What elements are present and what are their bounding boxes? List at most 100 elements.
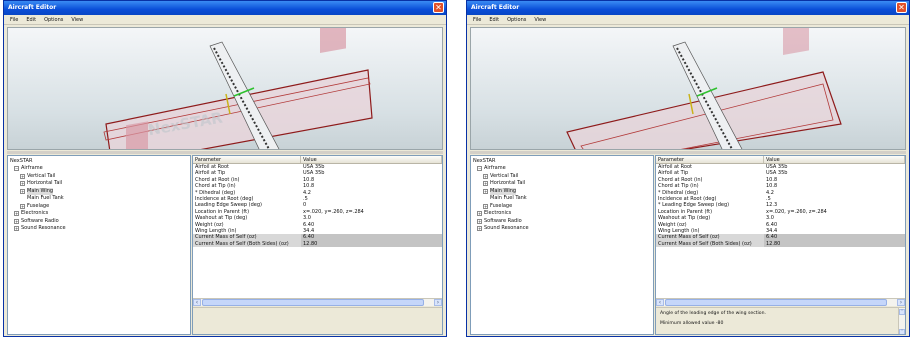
parameter-value[interactable]: 12.80 — [764, 240, 905, 248]
tree-item[interactable]: + Main Wing — [471, 187, 653, 195]
expand-icon[interactable]: + — [14, 211, 19, 217]
tree-item[interactable]: + Sound Resonance — [8, 225, 190, 233]
aircraft-editor-window: Aircraft Editor ✕ File Edit Options View… — [466, 0, 910, 337]
expand-icon[interactable]: + — [20, 188, 25, 194]
description-limit: Minimum allowed value -80 — [660, 321, 724, 326]
splitter[interactable] — [7, 151, 443, 154]
aircraft-editor-window: Aircraft Editor ✕ File Edit Options View… — [3, 0, 447, 337]
tree-item[interactable]: + Main Wing — [8, 187, 190, 195]
menu-file[interactable]: File — [10, 15, 18, 24]
grid-rows: Airfoil at Root USA 35b Airfoil at Tip USA … — [656, 164, 905, 248]
tree-item[interactable]: + Software Radio — [8, 218, 190, 226]
expand-icon[interactable]: + — [14, 218, 19, 224]
tree-item[interactable]: Main Fuel Tank — [8, 195, 190, 203]
splitter[interactable] — [470, 151, 906, 154]
scroll-left-arrow-icon[interactable]: ‹ — [193, 299, 201, 306]
expand-icon[interactable]: + — [477, 218, 482, 224]
header-parameter[interactable]: Parameter — [656, 156, 764, 163]
description-scrollbar[interactable]: ˄ ˅ — [898, 308, 905, 334]
header-value[interactable]: Value — [764, 156, 905, 163]
horizontal-scrollbar[interactable]: ‹ › — [656, 298, 905, 306]
tree-item[interactable]: + Fuselage — [471, 203, 653, 211]
wing-root-panel — [320, 28, 346, 53]
expand-icon[interactable]: + — [483, 173, 488, 179]
menu-options[interactable]: Options — [44, 15, 63, 24]
tree-item-label: Sound Resonance — [21, 225, 66, 231]
property-row[interactable]: Current Mass of Self (Both Sides) (oz) 12… — [193, 240, 442, 248]
scroll-down-arrow-icon[interactable]: ˅ — [899, 329, 905, 334]
scroll-up-arrow-icon[interactable]: ˄ — [899, 309, 905, 315]
wing-tip-panel — [126, 121, 148, 149]
aircraft-3d-viewport[interactable] — [470, 27, 906, 150]
menu-edit[interactable]: Edit — [489, 15, 499, 24]
tree-item[interactable]: + Horizontal Tail — [471, 180, 653, 188]
tree-item[interactable]: − Airframe — [8, 165, 190, 173]
tree-item[interactable]: + Fuselage — [8, 203, 190, 211]
horizontal-scrollbar[interactable]: ‹ › — [193, 298, 442, 306]
scroll-right-arrow-icon[interactable]: › — [434, 299, 442, 306]
property-row[interactable]: Current Mass of Self (Both Sides) (oz) 12… — [656, 240, 905, 248]
menu-file[interactable]: File — [473, 15, 481, 24]
tree-item-label: Software Radio — [484, 217, 522, 224]
close-button[interactable]: ✕ — [896, 2, 907, 13]
scroll-thumb[interactable] — [202, 299, 424, 306]
tree-item-label: Fuselage — [27, 202, 50, 209]
tree-item-label: Vertical Tail — [27, 172, 56, 179]
expand-icon[interactable]: + — [14, 226, 19, 232]
tree-item-label: Electronics — [484, 210, 512, 216]
property-panel: Parameter Value Airfoil at Root USA 35b Ai… — [192, 155, 443, 335]
tree-item-label: Fuselage — [490, 202, 513, 209]
menu-view[interactable]: View — [534, 15, 546, 24]
expand-icon[interactable]: + — [477, 211, 482, 217]
grid-header: Parameter Value — [193, 156, 442, 164]
expand-icon[interactable]: + — [20, 181, 25, 187]
tree-item[interactable]: + Sound Resonance — [471, 225, 653, 233]
tree-item-label: Main Fuel Tank — [490, 195, 527, 201]
tree-items: − Airframe + Vertical Tail + Horizontal Tail +… — [8, 165, 190, 233]
tree-item[interactable]: + Software Radio — [471, 218, 653, 226]
collapse-icon[interactable]: − — [14, 166, 19, 172]
tree-item[interactable]: + Horizontal Tail — [8, 180, 190, 188]
menu-bar: File Edit Options View — [4, 15, 446, 25]
wing-root-panel — [783, 28, 809, 55]
window-title: Aircraft Editor — [8, 4, 57, 11]
expand-icon[interactable]: + — [477, 226, 482, 232]
tree-item[interactable]: − Airframe — [471, 165, 653, 173]
tree-item[interactable]: + Vertical Tail — [8, 173, 190, 181]
header-value[interactable]: Value — [301, 156, 442, 163]
scroll-left-arrow-icon[interactable]: ‹ — [656, 299, 664, 306]
tree-item[interactable]: + Electronics — [8, 210, 190, 218]
header-parameter[interactable]: Parameter — [193, 156, 301, 163]
menu-edit[interactable]: Edit — [26, 15, 36, 24]
parameter-value[interactable]: 12.80 — [301, 240, 442, 248]
tree-item-label: Main Wing — [490, 187, 517, 195]
title-bar[interactable]: Aircraft Editor ✕ — [4, 1, 446, 15]
expand-icon[interactable]: + — [483, 188, 488, 194]
expand-icon[interactable]: + — [483, 181, 488, 187]
scroll-thumb[interactable] — [665, 299, 887, 306]
tree-item[interactable]: + Vertical Tail — [471, 173, 653, 181]
expand-icon[interactable]: + — [20, 173, 25, 179]
tree-item-label: Horizontal Tail — [490, 180, 526, 186]
description-text: Angle of the leading edge of the wing se… — [660, 311, 766, 316]
menu-bar: File Edit Options View — [467, 15, 909, 25]
tree-items: − Airframe + Vertical Tail + Horizontal Tail +… — [471, 165, 653, 233]
close-button[interactable]: ✕ — [433, 2, 444, 13]
tree-root[interactable]: NexSTAR — [471, 156, 653, 165]
tree-root[interactable]: NexSTAR — [8, 156, 190, 165]
expand-icon[interactable]: + — [20, 203, 25, 209]
scroll-right-arrow-icon[interactable]: › — [897, 299, 905, 306]
tree-item-label: Airframe — [484, 165, 506, 171]
tree-item[interactable]: + Electronics — [471, 210, 653, 218]
aircraft-3d-viewport[interactable]: NexSTAR — [7, 27, 443, 150]
property-panel: Parameter Value Airfoil at Root USA 35b Ai… — [655, 155, 906, 335]
grid-rows: Airfoil at Root USA 35b Airfoil at Tip USA … — [193, 164, 442, 248]
title-bar[interactable]: Aircraft Editor ✕ — [467, 1, 909, 15]
expand-icon[interactable]: + — [483, 203, 488, 209]
collapse-icon[interactable]: − — [477, 166, 482, 172]
window-title: Aircraft Editor — [471, 4, 520, 11]
menu-options[interactable]: Options — [507, 15, 526, 24]
menu-view[interactable]: View — [71, 15, 83, 24]
tree-item[interactable]: Main Fuel Tank — [471, 195, 653, 203]
tree-item-label: Main Fuel Tank — [27, 195, 64, 201]
